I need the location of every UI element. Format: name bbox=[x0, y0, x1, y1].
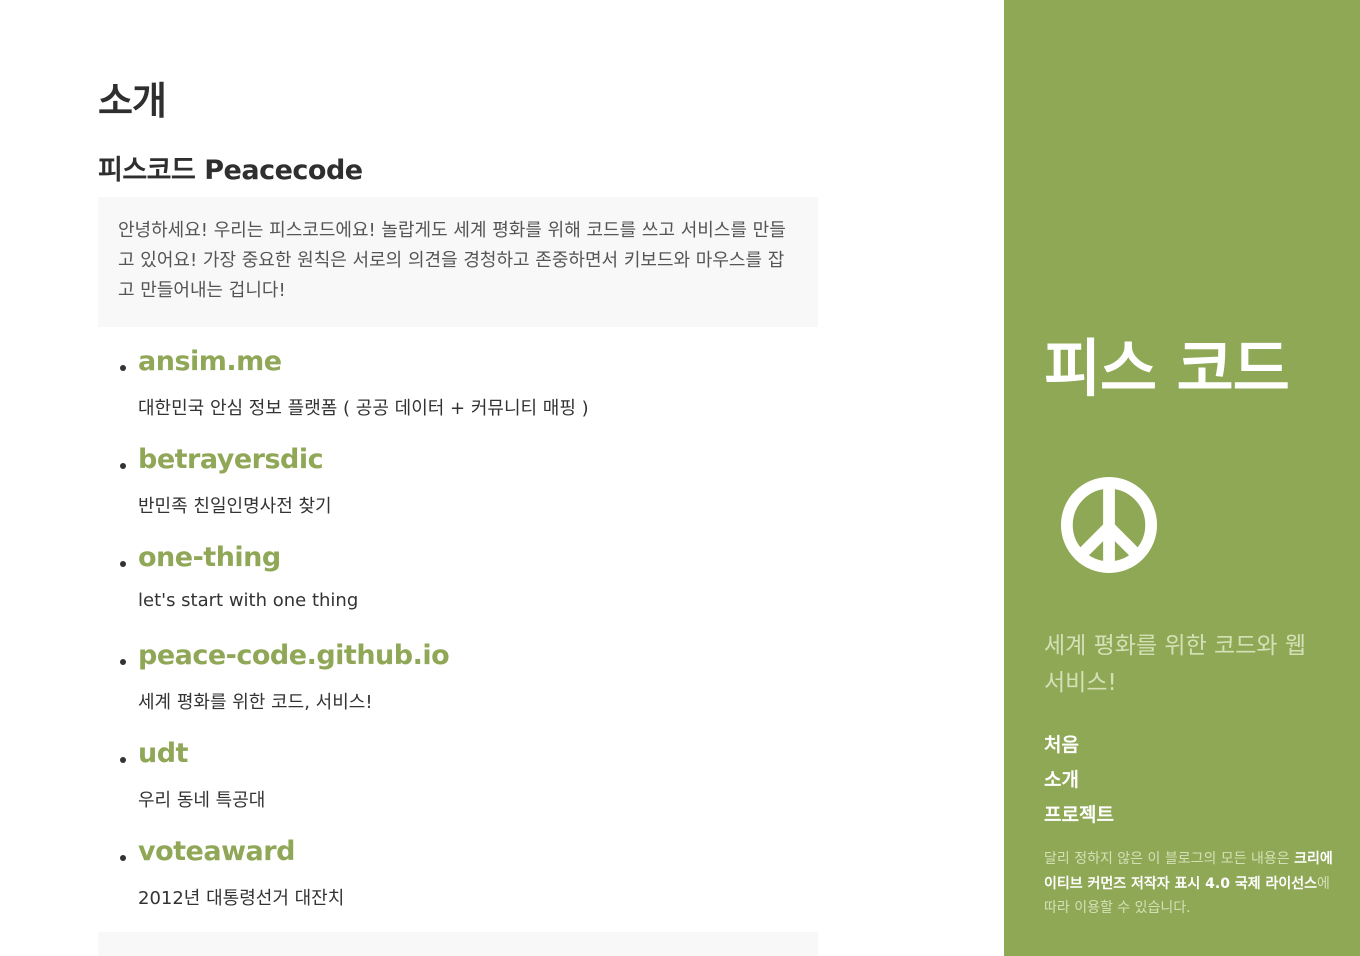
content-footer-block bbox=[98, 932, 818, 956]
nav-item-home[interactable]: 처음 bbox=[1044, 728, 1114, 763]
project-description: 세계 평화를 위한 코드, 서비스! bbox=[138, 692, 373, 713]
sidebar: 피스 코드 세계 평화를 위한 코드와 웹 서비스! 처음 소개 프로젝트 달리… bbox=[1004, 0, 1360, 956]
project-description: 우리 동네 특공대 bbox=[138, 790, 266, 811]
intro-text: 안녕하세요! 우리는 피스코드에요! 놀랍게도 세계 평화를 위해 코드를 쓰고… bbox=[98, 197, 818, 327]
main-content: 소개 피스코드 Peacecode 안녕하세요! 우리는 피스코드에요! 놀랍게… bbox=[98, 0, 818, 956]
project-item: udt 우리 동네 특공대 bbox=[98, 736, 818, 834]
project-list: ansim.me 대한민국 안심 정보 플랫폼 ( 공공 데이터 + 커뮤니티 … bbox=[98, 344, 818, 932]
section-subtitle: 피스코드 Peacecode bbox=[98, 155, 363, 186]
project-link-udt[interactable]: udt bbox=[138, 738, 188, 769]
bullet-icon bbox=[120, 855, 126, 861]
project-link-peace-code-github-io[interactable]: peace-code.github.io bbox=[138, 640, 450, 671]
project-link-betrayersdic[interactable]: betrayersdic bbox=[138, 444, 324, 475]
bullet-icon bbox=[120, 561, 126, 567]
bullet-icon bbox=[120, 463, 126, 469]
project-item: betrayersdic 반민족 친일인명사전 찾기 bbox=[98, 442, 818, 540]
sidebar-nav: 처음 소개 프로젝트 bbox=[1044, 728, 1114, 833]
project-item: one-thing let's start with one thing bbox=[98, 540, 818, 638]
site-title[interactable]: 피스 코드 bbox=[1044, 318, 1290, 408]
bullet-icon bbox=[120, 659, 126, 665]
project-description: 대한민국 안심 정보 플랫폼 ( 공공 데이터 + 커뮤니티 매핑 ) bbox=[138, 398, 589, 419]
project-item: ansim.me 대한민국 안심 정보 플랫폼 ( 공공 데이터 + 커뮤니티 … bbox=[98, 344, 818, 442]
project-link-ansim-me[interactable]: ansim.me bbox=[138, 346, 282, 377]
project-description: 반민족 친일인명사전 찾기 bbox=[138, 496, 332, 517]
peace-sign-icon bbox=[1060, 476, 1158, 574]
license-prefix: 달리 정하지 않은 이 블로그의 모든 내용은 bbox=[1044, 851, 1295, 867]
project-item: voteaward 2012년 대통령선거 대잔치 bbox=[98, 834, 818, 932]
project-description: 2012년 대통령선거 대잔치 bbox=[138, 888, 345, 909]
nav-item-about[interactable]: 소개 bbox=[1044, 763, 1114, 798]
site-tagline: 세계 평화를 위한 코드와 웹 서비스! bbox=[1044, 633, 1307, 696]
bullet-icon bbox=[120, 757, 126, 763]
license-notice: 달리 정하지 않은 이 블로그의 모든 내용은 크리에이티브 커먼즈 저작자 표… bbox=[1044, 847, 1336, 921]
project-description: let's start with one thing bbox=[138, 590, 359, 611]
project-link-voteaward[interactable]: voteaward bbox=[138, 836, 295, 867]
project-link-one-thing[interactable]: one-thing bbox=[138, 542, 281, 573]
project-item: peace-code.github.io 세계 평화를 위한 코드, 서비스! bbox=[98, 638, 818, 736]
page-title: 소개 bbox=[98, 79, 167, 123]
nav-item-projects[interactable]: 프로젝트 bbox=[1044, 798, 1114, 833]
bullet-icon bbox=[120, 365, 126, 371]
